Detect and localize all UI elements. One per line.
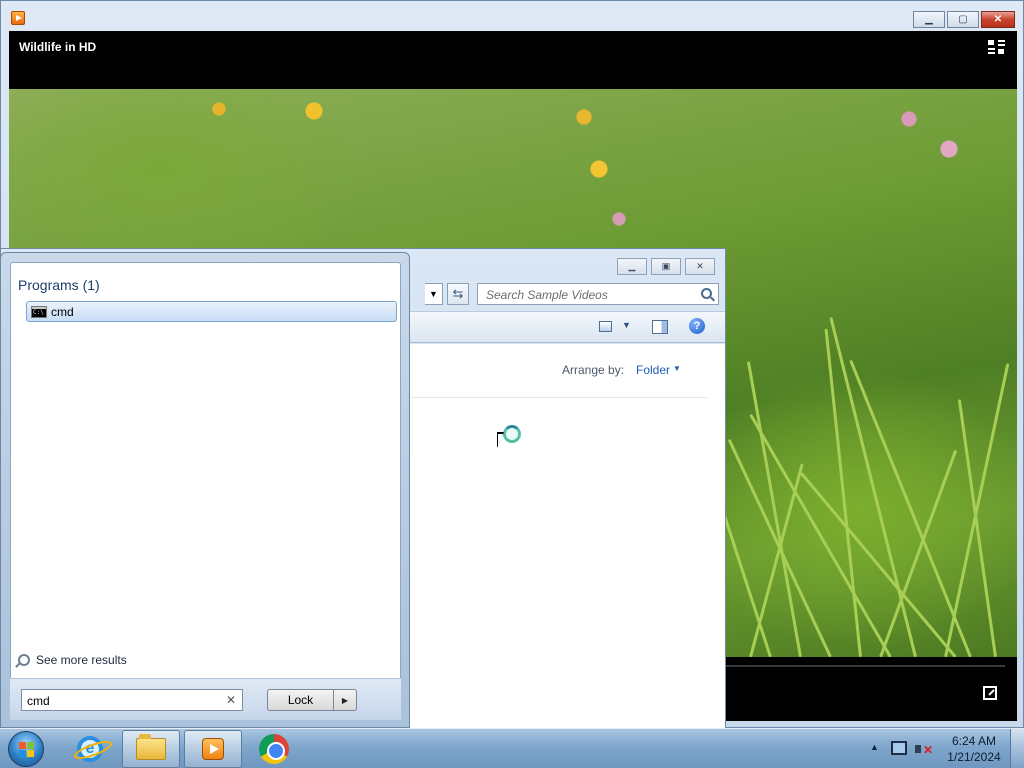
shutdown-options-arrow-icon[interactable]: ▶ [334, 689, 357, 711]
clear-search-icon[interactable]: ✕ [226, 693, 236, 707]
media-player-titlebar[interactable]: ▁ ▢ ✕ [1, 1, 1023, 31]
media-player-icon [202, 738, 224, 760]
see-more-results-label: See more results [36, 653, 127, 667]
explorer-maximize-button[interactable]: ▣ [651, 258, 681, 275]
start-menu-bottom-bar: cmd ✕ Lock ▶ [10, 678, 401, 720]
arrange-by-chevron-icon[interactable]: ▼ [673, 364, 681, 373]
start-menu-results-panel: Programs (1) cmd See more results [10, 262, 401, 720]
switch-to-library-icon[interactable] [988, 40, 1005, 54]
more-options-dropdown-icon[interactable]: ▼ [622, 320, 631, 330]
internet-explorer-icon: e [77, 736, 103, 762]
now-playing-title: Wildlife in HD [19, 40, 97, 54]
refresh-button[interactable]: ⇆ [447, 283, 469, 305]
search-result-cmd[interactable]: cmd [26, 301, 397, 322]
clock-time: 6:24 AM [951, 734, 997, 748]
taskbar-windows-explorer[interactable] [122, 730, 180, 768]
see-more-results-link[interactable]: See more results [18, 653, 127, 667]
volume-muted-icon[interactable]: ✕ [915, 741, 933, 757]
cmd-icon [31, 306, 47, 318]
start-search-input[interactable]: cmd ✕ [21, 689, 243, 711]
explorer-close-button[interactable]: ✕ [685, 258, 715, 275]
start-button[interactable] [8, 731, 44, 767]
arrange-by-label: Arrange by: [562, 363, 625, 377]
explorer-search-placeholder: Search Sample Videos [486, 288, 608, 302]
start-menu: Programs (1) cmd See more results cmd ✕ … [0, 252, 410, 728]
folder-icon [136, 734, 166, 760]
programs-header: Programs (1) [18, 277, 100, 293]
busy-spinner-icon [503, 425, 521, 443]
address-dropdown-button[interactable]: ▼ [425, 283, 443, 305]
show-desktop-button[interactable] [1010, 729, 1024, 768]
taskbar: e ▲ ✕ 6:24 AM 1/21/2024 [0, 728, 1024, 768]
explorer-minimize-button[interactable]: ▁ [617, 258, 647, 275]
windows-logo-icon [19, 742, 34, 757]
media-player-app-icon[interactable] [11, 11, 25, 25]
media-player-caption-buttons: ▁ ▢ ✕ [913, 11, 1015, 28]
minimize-button[interactable]: ▁ [913, 11, 945, 28]
clock-date: 1/21/2024 [947, 750, 1001, 764]
start-search-value: cmd [27, 694, 50, 708]
show-hidden-icons-icon[interactable]: ▲ [870, 742, 879, 752]
close-button[interactable]: ✕ [981, 11, 1015, 28]
mouse-pointer-icon [497, 432, 504, 448]
lock-button[interactable]: Lock [267, 689, 334, 711]
search-result-label: cmd [51, 305, 74, 319]
change-view-icon[interactable] [599, 321, 612, 332]
taskbar-chrome[interactable] [245, 730, 303, 768]
fullscreen-icon[interactable] [983, 686, 997, 700]
chrome-icon [259, 734, 289, 764]
taskbar-clock[interactable]: 6:24 AM 1/21/2024 [940, 733, 1008, 765]
search-icon[interactable] [701, 288, 712, 299]
taskbar-internet-explorer[interactable]: e [61, 730, 119, 768]
preview-pane-icon[interactable] [652, 320, 668, 334]
taskbar-media-player[interactable] [184, 730, 242, 768]
magnifier-icon [18, 654, 30, 666]
explorer-search-input[interactable]: Search Sample Videos [477, 283, 719, 305]
explorer-caption-buttons: ▁ ▣ ✕ [617, 258, 715, 275]
network-icon[interactable] [891, 741, 907, 755]
maximize-button[interactable]: ▢ [947, 11, 979, 28]
content-divider [411, 397, 707, 398]
arrange-by-dropdown[interactable]: Folder [636, 363, 670, 377]
help-icon[interactable]: ? [689, 318, 705, 334]
